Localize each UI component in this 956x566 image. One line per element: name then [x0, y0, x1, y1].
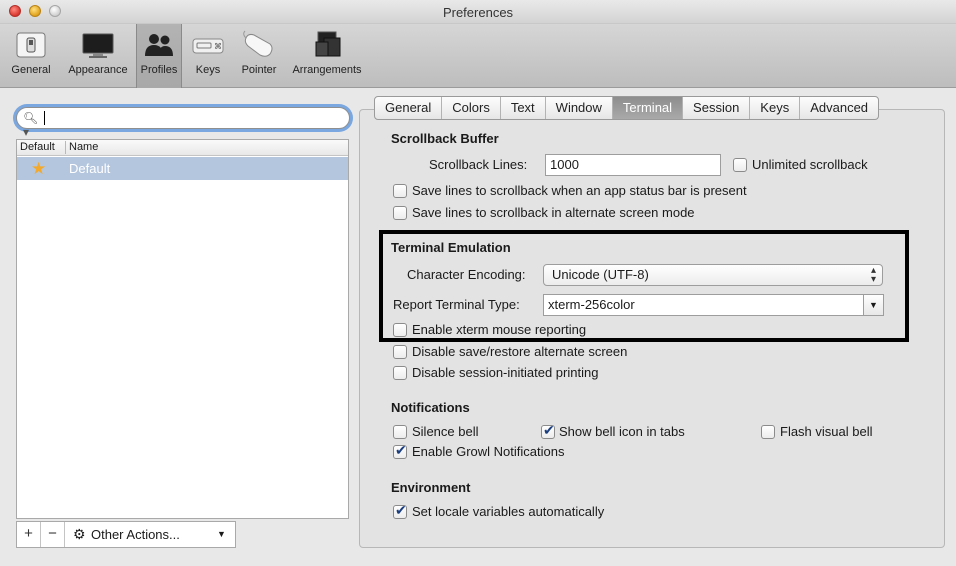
tab-terminal[interactable]: Terminal — [612, 97, 684, 119]
column-header-default[interactable]: Default — [20, 141, 55, 153]
save-status-bar-label: Save lines to scrollback when an app sta… — [412, 183, 747, 198]
tab-colors[interactable]: Colors — [442, 97, 501, 119]
tab-advanced[interactable]: Advanced — [800, 97, 878, 119]
notifications-heading: Notifications — [391, 400, 470, 415]
unlimited-scrollback-checkbox[interactable] — [733, 158, 747, 172]
tab-general[interactable]: General — [375, 97, 443, 119]
tab-session[interactable]: Session — [683, 97, 751, 119]
default-star-icon: ★ — [31, 159, 47, 178]
flash-visual-bell-checkbox[interactable] — [761, 425, 775, 439]
tab-window[interactable]: Window — [546, 97, 613, 119]
show-bell-icon-checkbox[interactable] — [541, 422, 555, 439]
toolbar-pointer[interactable]: Pointer — [234, 30, 284, 86]
silence-bell-label: Silence bell — [412, 424, 479, 439]
toolbar-arrangements[interactable]: Arrangements — [288, 30, 366, 86]
toolbar-appearance[interactable]: Appearance — [62, 30, 134, 86]
scrollback-heading: Scrollback Buffer — [391, 131, 499, 146]
monitor-icon — [82, 33, 114, 58]
title-bar: Preferences — [0, 0, 956, 24]
unlimited-scrollback-label: Unlimited scrollback — [752, 157, 868, 172]
set-locale-checkbox[interactable] — [393, 502, 407, 519]
annotation-highlight-box — [379, 230, 909, 342]
other-actions-menu[interactable]: ⚙ Other Actions... ▼ — [67, 522, 235, 547]
flash-visual-bell-label: Flash visual bell — [780, 424, 873, 439]
window-title: Preferences — [442, 5, 514, 20]
profile-row-default[interactable]: ★ Default — [17, 157, 348, 180]
profiles-list-header: Default Name — [17, 140, 348, 156]
silence-bell-checkbox[interactable] — [393, 425, 407, 439]
profile-name: Default — [69, 161, 111, 176]
environment-heading: Environment — [391, 480, 471, 495]
show-bell-icon-label: Show bell icon in tabs — [559, 424, 685, 439]
growl-notifications-label: Enable Growl Notifications — [412, 444, 565, 459]
text-caret — [44, 111, 45, 125]
profile-search-field[interactable]: 🔍︎▾ — [16, 107, 350, 139]
toolbar-general[interactable]: General — [6, 30, 56, 86]
disable-printing-checkbox[interactable] — [393, 366, 407, 380]
save-alt-screen-label: Save lines to scrollback in alternate sc… — [412, 205, 695, 220]
tab-text[interactable]: Text — [501, 97, 546, 119]
growl-notifications-checkbox[interactable] — [393, 442, 407, 459]
scrollback-lines-input[interactable]: 1000 — [545, 154, 721, 176]
chevron-down-icon: ▼ — [217, 529, 226, 539]
profile-tabs: General Colors Text Window Terminal Sess… — [374, 96, 880, 120]
disable-save-restore-checkbox[interactable] — [393, 345, 407, 359]
set-locale-label: Set locale variables automatically — [412, 504, 605, 519]
disable-save-restore-label: Disable save/restore alternate screen — [412, 344, 628, 359]
save-status-bar-checkbox[interactable] — [393, 184, 407, 198]
windows-icon — [315, 31, 341, 57]
remove-profile-button[interactable]: − — [41, 522, 65, 547]
column-header-name[interactable]: Name — [69, 141, 98, 153]
svg-text:⌘: ⌘ — [214, 42, 222, 51]
add-profile-button[interactable]: + — [17, 522, 41, 547]
profiles-action-bar: + − ⚙ Other Actions... ▼ — [16, 521, 236, 548]
preferences-toolbar: General Appearance Profiles ⌘ Keys Point… — [0, 24, 956, 88]
mouse-icon — [243, 30, 273, 57]
disable-printing-label: Disable session-initiated printing — [412, 365, 599, 380]
keyboard-icon: ⌘ — [192, 38, 224, 54]
gear-icon: ⚙ — [73, 526, 86, 542]
save-alt-screen-checkbox[interactable] — [393, 206, 407, 220]
toolbar-profiles[interactable]: Profiles — [136, 24, 182, 88]
general-switch-icon — [16, 32, 46, 58]
scrollback-lines-label: Scrollback Lines: — [429, 157, 528, 172]
toolbar-keys[interactable]: ⌘ Keys — [186, 30, 230, 86]
search-icon: 🔍︎▾ — [23, 111, 39, 139]
profiles-list[interactable]: Default Name ★ Default — [16, 139, 349, 519]
profiles-people-icon — [145, 34, 173, 56]
tab-keys[interactable]: Keys — [750, 97, 801, 119]
